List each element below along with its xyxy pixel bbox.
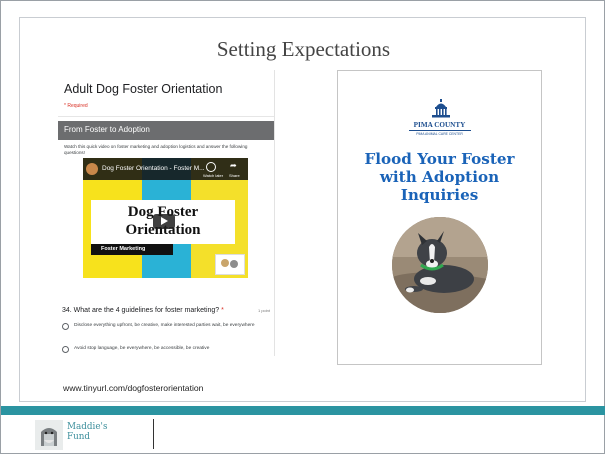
form-divider bbox=[58, 116, 274, 117]
slide: Setting Expectations Adult Dog Foster Or… bbox=[0, 0, 605, 454]
pets-logo-icon bbox=[215, 254, 245, 275]
footer-divider bbox=[153, 419, 154, 449]
video-tag: Foster Marketing bbox=[91, 244, 173, 255]
answer-option-label: Disclose everything upfront, be creative… bbox=[74, 323, 255, 328]
video-tag-label: Foster Marketing bbox=[101, 246, 146, 252]
slide-title: Setting Expectations bbox=[216, 37, 391, 61]
poster-headline-line3: Inquiries bbox=[400, 186, 479, 204]
play-icon[interactable] bbox=[153, 214, 175, 229]
radio-button[interactable] bbox=[62, 323, 69, 330]
share-icon[interactable]: ➦ bbox=[230, 161, 237, 170]
section-title: From Foster to Adoption bbox=[64, 125, 150, 134]
org-rule bbox=[409, 130, 471, 131]
section-description: Watch this quick video on foster marketi… bbox=[64, 144, 248, 155]
channel-avatar bbox=[86, 163, 98, 175]
clock-icon[interactable] bbox=[206, 162, 216, 172]
poster-headline: Flood Your Foster with Adoption Inquirie… bbox=[338, 150, 541, 204]
watch-later-label: Watch later bbox=[203, 173, 224, 178]
video-title-bar: Dog Foster Orientation - Foster M... ➦ W… bbox=[83, 158, 248, 180]
org-subtitle: PIMA ANIMAL CARE CENTER bbox=[416, 132, 463, 136]
schnauzer-logo-icon bbox=[35, 420, 63, 450]
video-title[interactable]: Dog Foster Orientation - Foster M... bbox=[102, 165, 205, 172]
share-label: Share bbox=[229, 173, 240, 178]
section-header: From Foster to Adoption bbox=[58, 121, 274, 140]
dog-photo bbox=[392, 217, 488, 313]
dog-illustration bbox=[392, 217, 488, 313]
poster-headline-line1: Flood Your Foster bbox=[364, 150, 515, 168]
tinyurl-link[interactable]: www.tinyurl.com/dogfosterorientation bbox=[63, 383, 203, 393]
required-note: * Required bbox=[64, 103, 88, 109]
question-text: 34. What are the 4 guidelines for foster… bbox=[62, 307, 224, 314]
maddies-fund-logo: Maddie's Fund bbox=[67, 422, 107, 442]
footer-bar bbox=[1, 406, 605, 415]
poster-headline-line2: with Adoption bbox=[379, 168, 500, 186]
logo-line2: Fund bbox=[67, 432, 91, 442]
org-name: PIMA COUNTY bbox=[413, 121, 466, 129]
courthouse-icon bbox=[432, 99, 450, 118]
answer-option-label: Avoid stop language, be everywhere, be a… bbox=[74, 346, 210, 351]
logo-line1: Maddie's bbox=[67, 422, 108, 432]
question-points: 1 point bbox=[258, 308, 271, 313]
video-player[interactable]: Dog Foster Orientation - Foster M... ➦ W… bbox=[83, 158, 248, 278]
form-title: Adult Dog Foster Orientation bbox=[64, 82, 223, 96]
adoption-poster: PIMA COUNTY PIMA ANIMAL CARE CENTER Floo… bbox=[337, 70, 542, 365]
radio-button[interactable] bbox=[62, 346, 69, 353]
form-screenshot: Adult Dog Foster Orientation * Required … bbox=[58, 70, 275, 356]
